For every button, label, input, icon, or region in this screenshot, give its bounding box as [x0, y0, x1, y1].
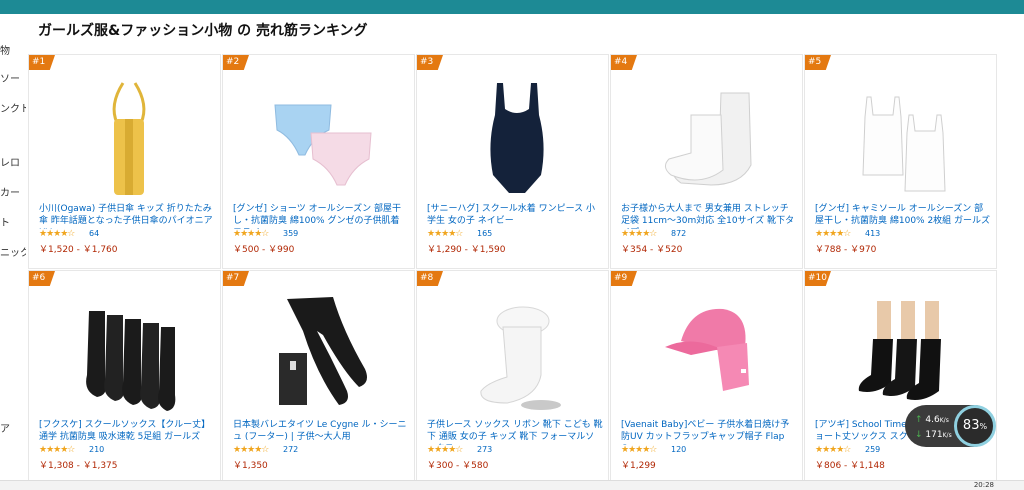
review-count-link[interactable]: 359 — [283, 229, 298, 238]
left-nav-item[interactable]: レロ — [0, 154, 20, 169]
product-card[interactable]: #7 日本製バレエタイツ Le Cygne ル・シーニュ (フーター) | 子供… — [222, 270, 415, 485]
rank-badge: #7 — [223, 271, 249, 286]
parasol-icon — [112, 82, 146, 195]
taskbar-clock: 20:28 — [973, 481, 994, 489]
product-name-link[interactable]: [グンゼ] ショーツ オールシーズン 部屋干し・抗菌防臭 綿100% グンゼの子… — [233, 203, 409, 229]
price-range: ￥500 - ￥990 — [233, 245, 295, 255]
review-count-link[interactable]: 872 — [671, 229, 686, 238]
flap-cap-icon — [665, 308, 749, 391]
product-card[interactable]: #9 [Vaenait Baby]ベビー 子供水着日焼け予防UV カットフラップ… — [610, 270, 803, 485]
tabi-socks-icon — [665, 92, 752, 186]
price-range: ￥1,299 — [621, 461, 656, 471]
underwear-icon — [274, 104, 372, 186]
rank-badge: #8 — [417, 271, 443, 286]
product-card[interactable]: #2 [グンゼ] ショーツ オールシーズン 部屋干し・抗菌防臭 綿100% グン… — [222, 54, 415, 269]
star-rating: ★★★★☆ — [39, 445, 75, 455]
review-count-link[interactable]: 64 — [89, 229, 99, 238]
usage-gauge: 83% — [954, 405, 996, 447]
price-range: ￥354 - ￥520 — [621, 245, 683, 255]
left-nav-item[interactable]: 物 — [0, 42, 10, 57]
browser-top-bar — [0, 0, 1024, 14]
rank-badge: #2 — [223, 55, 249, 70]
product-card[interactable]: #10 [アツギ] School Time(スクールタイム) ショート丈ソックス… — [804, 270, 997, 485]
left-nav-item[interactable]: カー — [0, 184, 20, 199]
review-count-link[interactable]: 259 — [865, 445, 880, 454]
rank-badge: #1 — [29, 55, 55, 70]
left-nav-item[interactable]: ンクト — [0, 100, 26, 115]
rank-badge: #3 — [417, 55, 443, 70]
product-card[interactable]: #5 [グンゼ] キャミソール オールシーズン 部屋干し・抗菌防臭 綿100% … — [804, 54, 997, 269]
star-rating: ★★★★☆ — [621, 229, 657, 239]
lace-sock-icon — [480, 306, 561, 410]
price-range: ￥806 - ￥1,148 — [815, 461, 885, 471]
upload-speed: ↑ 4.6K/s — [915, 415, 949, 425]
rank-badge: #6 — [29, 271, 55, 286]
product-card[interactable]: #4 お子様から大人まで 男女兼用 ストレッチ足袋 11cm～30m対応 全10… — [610, 54, 803, 269]
review-count-link[interactable]: 273 — [477, 445, 492, 454]
download-speed: ↓ 171K/s — [915, 430, 952, 440]
star-rating: ★★★★☆ — [815, 445, 851, 455]
rank-badge: #4 — [611, 55, 637, 70]
left-nav-item[interactable]: ア — [0, 420, 10, 435]
price-range: ￥788 - ￥970 — [815, 245, 877, 255]
product-card[interactable]: #8 子供レース ソックス リボン 靴下 こども 靴下 通販 女の子 キッズ 靴… — [416, 270, 609, 485]
left-nav-item[interactable]: ニック — [0, 244, 26, 259]
star-rating: ★★★★☆ — [621, 445, 657, 455]
product-name-link[interactable]: 小川(Ogawa) 子供日傘 キッズ 折りたたみ傘 昨年話題となった子供日傘のパ… — [39, 203, 215, 229]
product-card[interactable]: #1 小川(Ogawa) 子供日傘 キッズ 折りたたみ傘 昨年話題となった子供日… — [28, 54, 221, 269]
swimsuit-icon — [490, 83, 544, 193]
review-count-link[interactable]: 272 — [283, 445, 298, 454]
product-name-link[interactable]: [サニーハグ] スクール水着 ワンピース 小学生 女の子 ネイビー — [427, 203, 603, 229]
short-socks-icon — [858, 301, 941, 400]
product-card[interactable]: #6 [フクスケ] スクールソックス【クルー丈】通学 抗菌防臭 吸水速乾 5足組… — [28, 270, 221, 485]
star-rating: ★★★★☆ — [233, 445, 269, 455]
price-range: ￥1,520 - ￥1,760 — [39, 245, 118, 255]
star-rating: ★★★★☆ — [39, 229, 75, 239]
price-range: ￥1,350 — [233, 461, 268, 471]
product-name-link[interactable]: 日本製バレエタイツ Le Cygne ル・シーニュ (フーター) | 子供～大人… — [233, 419, 409, 445]
left-nav-item[interactable]: ト — [0, 214, 10, 229]
price-range: ￥300 - ￥580 — [427, 461, 489, 471]
socks-icon — [86, 311, 176, 411]
ranking-grid: #1 小川(Ogawa) 子供日傘 キッズ 折りたたみ傘 昨年話題となった子供日… — [28, 54, 1000, 486]
rank-badge: #9 — [611, 271, 637, 286]
network-speed-widget[interactable]: ↑ 4.6K/s ↓ 171K/s 83% — [905, 405, 996, 447]
review-count-link[interactable]: 120 — [671, 445, 686, 454]
star-rating: ★★★★☆ — [427, 229, 463, 239]
page-title: ガールズ服&ファッション小物 の 売れ筋ランキング — [38, 23, 368, 39]
product-name-link[interactable]: お子様から大人まで 男女兼用 ストレッチ足袋 11cm～30m対応 全10サイズ… — [621, 203, 797, 229]
star-rating: ★★★★☆ — [427, 445, 463, 455]
rank-badge: #5 — [805, 55, 831, 70]
rank-badge: #10 — [805, 271, 831, 286]
upload-arrow-icon: ↑ — [915, 415, 923, 425]
product-name-link[interactable]: [グンゼ] キャミソール オールシーズン 部屋干し・抗菌防臭 綿100% 2枚組… — [815, 203, 991, 229]
camisole-icon — [862, 96, 946, 192]
download-arrow-icon: ↓ — [915, 430, 923, 440]
tights-icon — [279, 297, 367, 405]
review-count-link[interactable]: 165 — [477, 229, 492, 238]
price-range: ￥1,308 - ￥1,375 — [39, 461, 118, 471]
review-count-link[interactable]: 210 — [89, 445, 104, 454]
product-card[interactable]: #3 [サニーハグ] スクール水着 ワンピース 小学生 女の子 ネイビー ★★★… — [416, 54, 609, 269]
star-rating: ★★★★☆ — [233, 229, 269, 239]
left-category-nav: 物 ソー ンクト レロ カー ト ニック ア — [0, 34, 26, 474]
product-name-link[interactable]: [フクスケ] スクールソックス【クルー丈】通学 抗菌防臭 吸水速乾 5足組 ガー… — [39, 419, 215, 445]
product-name-link[interactable]: 子供レース ソックス リボン 靴下 こども 靴下 通販 女の子 キッズ 靴下 フ… — [427, 419, 603, 445]
review-count-link[interactable]: 413 — [865, 229, 880, 238]
price-range: ￥1,290 - ￥1,590 — [427, 245, 506, 255]
star-rating: ★★★★☆ — [815, 229, 851, 239]
product-name-link[interactable]: [Vaenait Baby]ベビー 子供水着日焼け予防UV カットフラップキャッ… — [621, 419, 797, 445]
left-nav-item[interactable]: ソー — [0, 70, 20, 85]
